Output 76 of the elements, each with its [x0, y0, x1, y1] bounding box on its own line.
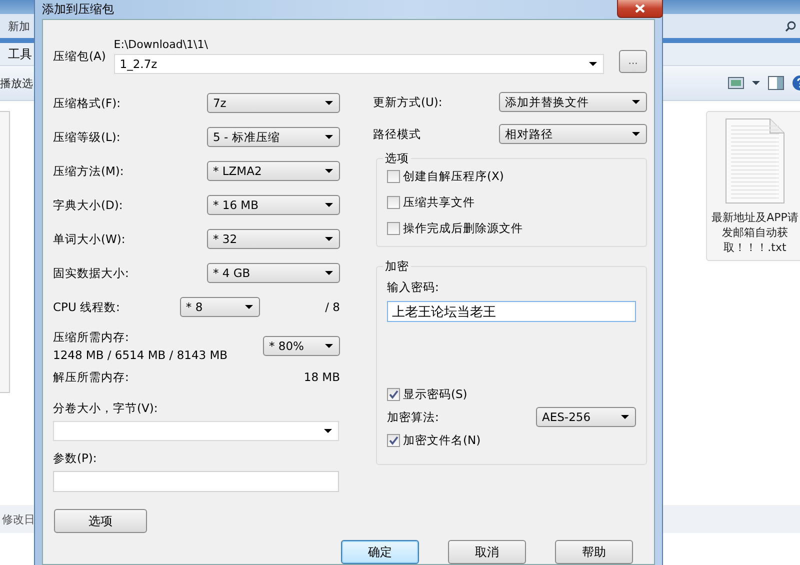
checkbox[interactable] [386, 388, 400, 400]
thread-total: / 8 [325, 300, 340, 314]
dropdown[interactable]: * 8 [180, 297, 260, 317]
field-label: 加密算法: [386, 410, 439, 424]
text-file-icon [725, 118, 785, 204]
dropdown[interactable]: * 16 MB [206, 195, 340, 215]
caret-icon [324, 203, 333, 207]
field-label: 参数(P): [53, 451, 98, 466]
dropdown[interactable]: * 80% [262, 336, 340, 356]
dropdown[interactable]: 相对路径 [499, 124, 647, 144]
checkbox-label: 显示密码(S) [402, 386, 468, 402]
dialog-button[interactable]: 取消 [448, 540, 526, 564]
field-label: 压缩所需内存: [53, 330, 130, 345]
field-label: 单词大小(W): [53, 232, 126, 246]
address-text: 新加 [8, 18, 30, 34]
field-label: 压缩方法(M): [53, 164, 124, 178]
dropdown[interactable]: AES-256 [536, 407, 636, 427]
dropdown[interactable]: 1_2.7z [114, 54, 604, 74]
field-label: 字典大小(D): [53, 198, 123, 212]
column-header[interactable]: 修改日 [2, 512, 35, 526]
file-tile[interactable]: 最新地址及APP请发邮箱自动获取！！！.txt [706, 111, 800, 261]
path-text: E:\Download\1\1\ [114, 38, 209, 51]
caret-icon [324, 169, 333, 173]
parameters-field[interactable] [53, 471, 339, 492]
caret-icon [244, 305, 253, 309]
pane-icon [768, 76, 784, 90]
checkbox[interactable] [386, 434, 400, 446]
dropdown[interactable]: 7z [206, 93, 340, 113]
checkbox[interactable] [386, 196, 400, 208]
caret-icon [324, 135, 333, 139]
caret-icon [324, 344, 333, 348]
dropdown[interactable]: * LZMA2 [206, 161, 340, 181]
browse-button[interactable]: ... [619, 50, 647, 73]
field-label: 解压所需内存: [53, 370, 129, 385]
checkbox[interactable] [386, 170, 400, 182]
checkbox-label: 操作完成后删除源文件 [402, 220, 523, 236]
caret-icon [324, 429, 332, 433]
field-label: 分卷大小，字节(V): [53, 401, 159, 416]
search-icon [785, 20, 796, 32]
toolbar-item[interactable]: 播放选 [0, 76, 33, 90]
close-icon [635, 4, 645, 13]
caret-icon [324, 271, 333, 275]
memory-value: 18 MB [304, 370, 340, 385]
close-button[interactable] [617, 0, 663, 18]
dropdown[interactable]: * 4 GB [206, 263, 340, 283]
caret-icon [632, 132, 640, 136]
memory-values: 1248 MB / 6514 MB / 8143 MB [53, 348, 228, 362]
group-title: 加密 [384, 259, 410, 274]
options-button[interactable]: 选项 [54, 509, 147, 533]
dropdown[interactable]: * 32 [206, 229, 340, 249]
caret-icon [324, 237, 333, 241]
file-name: 最新地址及APP请发邮箱自动获取！！！.txt [710, 210, 800, 255]
checkbox[interactable] [386, 222, 400, 234]
window-title: 添加到压缩包 [42, 1, 114, 18]
field-label: 压缩格式(F): [53, 96, 120, 110]
dropdown[interactable] [53, 421, 339, 441]
menu-item[interactable]: 工具 [8, 46, 32, 62]
field-label: 路径模式 [372, 126, 421, 142]
checkbox-label: 压缩共享文件 [402, 194, 475, 210]
password-field[interactable]: 上老王论坛当老王 [386, 301, 636, 322]
field-label: 固实数据大小: [53, 266, 129, 280]
dialog-button[interactable]: 确定 [341, 540, 419, 564]
field-label: CPU 线程数: [53, 300, 120, 314]
dialog-button[interactable]: 帮助 [555, 540, 633, 564]
view-icon [728, 77, 744, 89]
dropdown[interactable]: 5 - 标准压缩 [206, 127, 340, 147]
field-label: 输入密码: [386, 280, 440, 295]
field-label: 更新方式(U): [372, 94, 442, 110]
group-title: 选项 [384, 151, 410, 166]
field-label: 压缩包(A) [53, 48, 107, 64]
field-label: 压缩等级(L): [53, 130, 120, 144]
caret-icon [621, 415, 629, 419]
checkbox-label: 加密文件名(N) [402, 432, 481, 448]
dropdown[interactable]: 添加并替换文件 [499, 92, 647, 112]
caret-icon [752, 81, 760, 85]
checkbox-label: 创建自解压程序(X) [402, 168, 504, 184]
